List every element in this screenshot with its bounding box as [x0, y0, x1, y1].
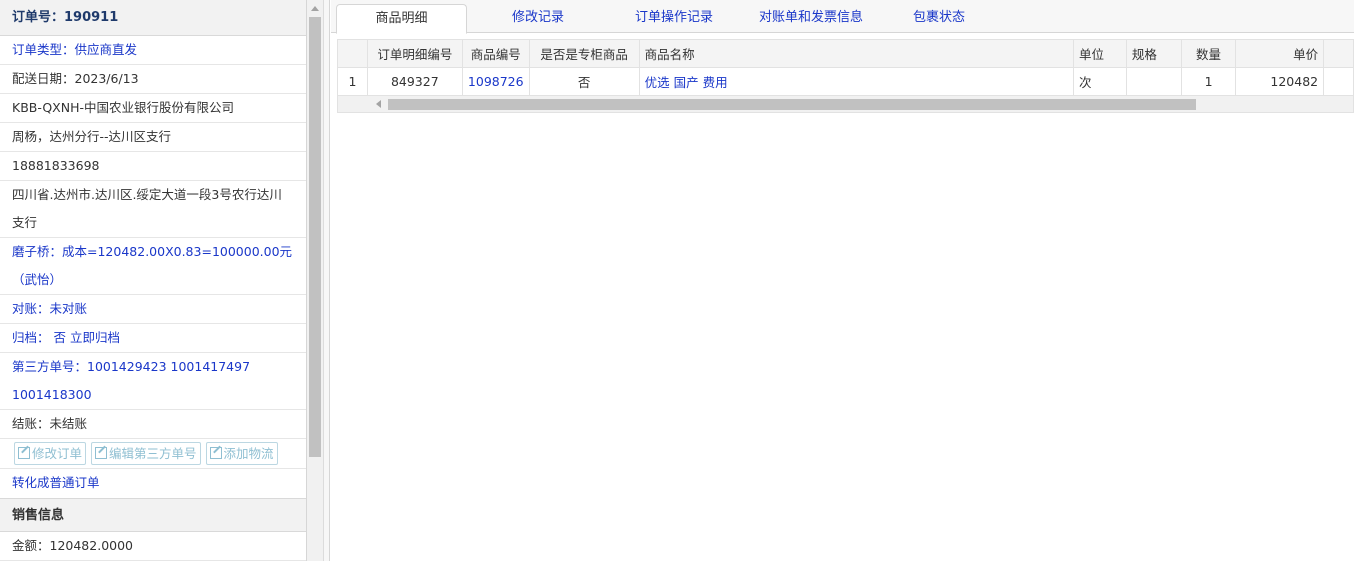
edit-order-button[interactable]: 修改订单 [14, 442, 87, 465]
order-number-title: 订单号：190911 [0, 0, 306, 36]
edit-third-party-number-button[interactable]: 编辑第三方单号 [91, 442, 201, 465]
detail-id-cell: 849327 [366, 67, 463, 96]
col-header-detail-id[interactable]: 订单明细编号 [366, 39, 463, 68]
convert-to-normal-order-link[interactable]: 转化成普通订单 [0, 469, 306, 498]
customer-contact: 周杨，达州分行--达川区支行 [0, 123, 306, 152]
col-header-counter-product[interactable]: 是否是专柜商品 [528, 39, 640, 68]
edit-icon [18, 447, 30, 459]
sales-amount: 金额：120482.0000 [0, 532, 306, 561]
col-header-spec[interactable]: 规格 [1125, 39, 1182, 68]
customer-company: KBB-QXNH-中国农业银行股份有限公司 [0, 94, 306, 123]
panel-splitter[interactable] [324, 0, 330, 561]
edit-icon [209, 447, 222, 459]
tab-product-details[interactable]: 商品明细 [336, 4, 467, 34]
archive-label: 归档： [12, 330, 50, 345]
col-header-index [337, 39, 368, 68]
add-logistics-button[interactable]: 添加物流 [205, 442, 278, 465]
table-header-row: 订单明细编号 商品编号 是否是专柜商品 商品名称 单位 规格 数量 单价 [337, 39, 1354, 68]
scroll-left-arrow-icon[interactable] [376, 100, 381, 108]
col-header-product-name[interactable]: 商品名称 [638, 39, 1075, 68]
order-info-panel: 订单号：190911 订单类型：供应商直发 配送日期：2023/6/13 KBB… [0, 0, 307, 561]
customer-phone: 18881833698 [0, 152, 306, 181]
settle-status: 结账：未结账 [0, 410, 306, 439]
archive-status: 归档： 否 立即归档 [0, 324, 306, 353]
left-panel-scrollbar[interactable] [307, 0, 324, 561]
horizontal-scrollbar-thumb[interactable] [388, 99, 1196, 110]
product-table: 订单明细编号 商品编号 是否是专柜商品 商品名称 单位 规格 数量 单价 1 8… [337, 39, 1354, 96]
tab-package-status[interactable]: 包裹状态 [891, 4, 987, 34]
overflow-cell [1323, 67, 1354, 96]
unit-cell: 次 [1073, 67, 1127, 96]
sales-info-title: 销售信息 [0, 498, 306, 532]
spec-cell [1125, 67, 1182, 96]
order-action-buttons: 修改订单 编辑第三方单号 添加物流 [0, 439, 306, 469]
grid-horizontal-scrollbar[interactable] [337, 96, 1354, 113]
col-header-quantity[interactable]: 数量 [1180, 39, 1237, 68]
tab-modification-log[interactable]: 修改记录 [483, 4, 593, 34]
unit-price-cell: 120482 [1235, 67, 1325, 96]
reconcile-status: 对账：未对账 [0, 295, 306, 324]
cost-note: 磨子桥：成本=120482.00X0.83=100000.00元（武怡） [0, 238, 306, 295]
col-header-product-id[interactable]: 商品编号 [461, 39, 530, 68]
detail-tabs: 商品明细 修改记录 订单操作记录 对账单和发票信息 包裹状态 [331, 0, 1354, 34]
quantity-cell: 1 [1180, 67, 1237, 96]
order-type: 订单类型：供应商直发 [0, 36, 306, 65]
counter-product-cell: 否 [528, 67, 640, 96]
delivery-address: 四川省.达州市.达川区.绥定大道一段3号农行达川支行 [0, 181, 306, 238]
product-name-link[interactable]: 优选 国产 费用 [638, 67, 1075, 96]
product-grid: 订单明细编号 商品编号 是否是专柜商品 商品名称 单位 规格 数量 单价 1 8… [337, 39, 1354, 113]
col-header-overflow [1323, 39, 1354, 68]
archive-value: 否 [53, 330, 67, 345]
col-header-unit[interactable]: 单位 [1073, 39, 1127, 68]
product-id-link[interactable]: 1098726 [461, 67, 530, 96]
tab-statement-invoice[interactable]: 对账单和发票信息 [743, 4, 879, 34]
tab-order-operation-log[interactable]: 订单操作记录 [613, 4, 735, 34]
edit-icon [95, 447, 107, 459]
archive-now-link[interactable]: 立即归档 [70, 330, 120, 345]
col-header-unit-price[interactable]: 单价 [1235, 39, 1325, 68]
third-party-numbers: 第三方单号：1001429423 1001417497 1001418300 [0, 353, 306, 410]
delivery-date: 配送日期：2023/6/13 [0, 65, 306, 94]
detail-area: 商品明细 修改记录 订单操作记录 对账单和发票信息 包裹状态 订单明细编号 商品… [331, 0, 1354, 561]
scrollbar-thumb[interactable] [309, 17, 321, 457]
table-row[interactable]: 1 849327 1098726 否 优选 国产 费用 次 1 120482 [337, 67, 1354, 96]
row-index: 1 [337, 67, 368, 96]
scroll-up-arrow-icon[interactable] [311, 6, 319, 11]
